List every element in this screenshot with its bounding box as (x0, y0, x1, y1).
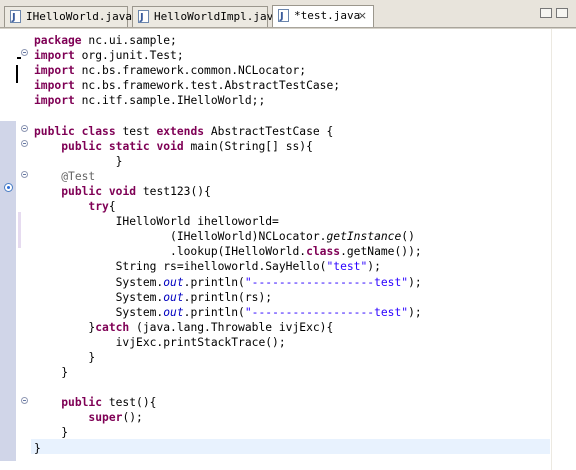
code-line: @Test (34, 170, 95, 183)
keyword: class (81, 124, 116, 138)
fold-toggle-icon[interactable] (21, 125, 28, 132)
fold-toggle-icon[interactable] (21, 49, 28, 56)
code-line: package nc.ui.sample; (34, 34, 177, 47)
ruler-highlight-range (0, 121, 16, 461)
annotation: @Test (61, 169, 96, 183)
overview-ruler[interactable] (551, 29, 576, 470)
code-line: System.out.println(rs); (34, 290, 273, 304)
method-call: getInstance (326, 230, 402, 244)
code-line: String rs=ihelloworld.SayHello("test"); (34, 260, 381, 274)
override-marker-icon[interactable] (4, 183, 13, 192)
keyword: import (34, 49, 75, 63)
keyword: class (306, 245, 341, 259)
code-line: import nc.bs.framework.test.AbstractTest… (34, 79, 340, 92)
import-name: nc.itf.sample.IHelloWorld;; (81, 94, 266, 108)
code-line: IHelloWorld ihelloworld= (34, 215, 279, 229)
code-line: .lookup(IHelloWorld.class.getName()); (34, 245, 422, 259)
fold-toggle-icon[interactable] (21, 171, 28, 178)
static-field: out (163, 275, 184, 289)
java-file-icon (10, 8, 21, 27)
keyword: package (34, 34, 82, 47)
java-file-icon (278, 7, 289, 26)
change-marker (17, 57, 21, 59)
editor-tab-bar: IHelloWorld.java HelloWorldImpl.java *te… (0, 0, 576, 28)
keyword: public (34, 124, 75, 138)
string-literal: "------------------test" (244, 275, 409, 289)
keyword: import (34, 79, 75, 93)
keyword: import (34, 94, 75, 108)
code-line: import org.junit.Test; (34, 49, 184, 62)
code-line: public class test extends AbstractTestCa… (34, 124, 334, 138)
import-name: nc.bs.framework.test.AbstractTestCase; (81, 79, 341, 93)
code-line: } (34, 426, 69, 440)
java-file-icon (138, 8, 149, 27)
code-line: System.out.println("------------------te… (34, 275, 422, 289)
static-field: out (163, 305, 184, 319)
keyword: public (61, 184, 103, 198)
import-name: nc.bs.framework.common.NCLocator; (81, 64, 307, 78)
keyword: import (34, 64, 75, 78)
code-line: } (34, 350, 96, 364)
keyword: public (61, 396, 103, 410)
import-name: org.junit.Test; (81, 49, 184, 63)
code-line: import nc.itf.sample.IHelloWorld;; (34, 94, 265, 107)
code-editor[interactable]: package nc.ui.sample; import org.junit.T… (0, 28, 576, 470)
code-line: public void test123(){ (61, 184, 211, 198)
string-literal: "------------------test" (244, 305, 409, 319)
keyword: static (108, 139, 150, 153)
keyword: super (88, 411, 123, 425)
tab-ihelloworld-java[interactable]: IHelloWorld.java (4, 6, 132, 27)
code-line: System.out.println("------------------te… (34, 305, 422, 319)
fold-toggle-icon[interactable] (21, 140, 28, 147)
code-line: }catch (java.lang.Throwable ivjExc){ (34, 320, 334, 334)
code-line: } (34, 154, 123, 168)
source-code[interactable]: package nc.ui.sample; import org.junit.T… (34, 33, 422, 456)
static-field: out (163, 290, 184, 304)
close-tab-icon[interactable]: × (358, 6, 367, 25)
tab-label: IHelloWorld.java (26, 10, 132, 23)
keyword: try (88, 200, 109, 214)
maximize-icon[interactable] (556, 8, 568, 18)
tab-test-java[interactable]: *test.java × (272, 5, 374, 27)
tab-label: *test.java (294, 9, 361, 22)
keyword: catch (95, 320, 130, 334)
keyword: extends (156, 124, 205, 138)
code-line: } (34, 366, 69, 380)
tab-helloworldimpl-java[interactable]: HelloWorldImpl.java (132, 6, 280, 27)
change-marker (18, 212, 21, 248)
keyword: void (108, 184, 137, 198)
package-name: nc.ui.sample; (88, 34, 177, 47)
minimize-icon[interactable] (540, 8, 552, 18)
code-line: super(); (88, 411, 143, 425)
string-literal: "test" (326, 260, 368, 274)
code-line: } (34, 441, 41, 455)
keyword: void (156, 139, 184, 153)
change-marker (16, 65, 18, 83)
code-line: public static void main(String[] ss){ (61, 139, 313, 153)
tab-label: HelloWorldImpl.java (154, 10, 280, 23)
code-line: import nc.bs.framework.common.NCLocator; (34, 64, 306, 77)
code-line: public test(){ (61, 396, 157, 410)
keyword: public (61, 139, 103, 153)
code-line: (IHelloWorld)NCLocator.getInstance() (34, 230, 415, 244)
fold-toggle-icon[interactable] (21, 397, 28, 404)
code-line: try{ (88, 200, 116, 214)
code-line: ivjExc.printStackTrace(); (34, 335, 286, 349)
